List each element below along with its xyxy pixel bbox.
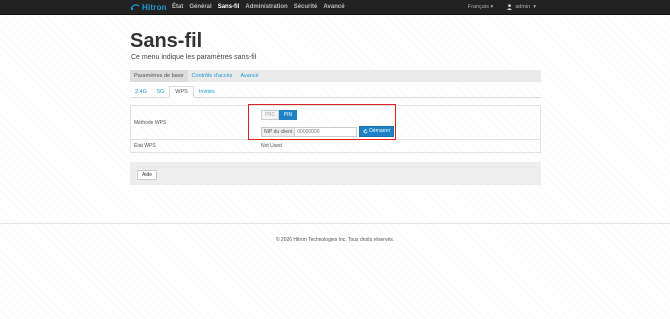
nav-item-etat[interactable]: État bbox=[172, 4, 183, 10]
help-panel: Aide bbox=[130, 162, 541, 185]
nav-item-general[interactable]: Général bbox=[189, 4, 211, 10]
wps-settings-table: Méthode WPS PBC PIN NIP du client Démarr… bbox=[130, 105, 541, 153]
pin-option[interactable]: PIN bbox=[279, 110, 297, 120]
footer-copyright: © 2026 Hitron Technologies Inc. Tous dro… bbox=[275, 237, 395, 243]
wps-method-controls: PBC PIN NIP du client Démarrer bbox=[258, 106, 540, 139]
pbc-option[interactable]: PBC bbox=[261, 110, 279, 120]
tab-parametres-de-base[interactable]: Paramètres de base bbox=[130, 70, 188, 82]
table-row: État WPS Not Used bbox=[130, 140, 541, 153]
page-subtitle: Ce menu indique les paramètres sans-fil bbox=[131, 54, 257, 61]
tab-controle-acces[interactable]: Contrôle d'accès bbox=[188, 70, 237, 82]
brand-logo[interactable]: Hitron bbox=[130, 2, 167, 12]
tab-wps[interactable]: WPS bbox=[169, 86, 194, 98]
wps-status-value: Not Used bbox=[261, 143, 282, 149]
footer-divider bbox=[0, 223, 670, 224]
refresh-icon bbox=[363, 129, 368, 134]
tab-5g[interactable]: 5G bbox=[152, 87, 169, 97]
wps-method-label: Méthode WPS bbox=[134, 119, 167, 126]
user-icon bbox=[507, 4, 513, 10]
page-title: Sans-fil bbox=[130, 30, 203, 52]
help-button[interactable]: Aide bbox=[137, 170, 158, 180]
nav-item-sans-fil[interactable]: Sans-fil bbox=[218, 4, 240, 10]
main-tabs: Paramètres de base Contrôle d'accès Avan… bbox=[130, 70, 541, 82]
top-navbar: Hitron État Général Sans-fil Administrat… bbox=[0, 0, 670, 15]
sub-tabs: 2.4G 5G WPS Invités bbox=[130, 86, 541, 98]
nav-item-avance[interactable]: Avancé bbox=[323, 4, 344, 10]
tab-invites[interactable]: Invités bbox=[194, 87, 220, 97]
wps-method-toggle: PBC PIN bbox=[261, 110, 394, 120]
user-menu[interactable]: admin ▾ bbox=[507, 4, 536, 10]
client-pin-input[interactable] bbox=[295, 126, 358, 137]
wps-status-label: État WPS bbox=[134, 143, 156, 149]
logo-icon bbox=[130, 4, 140, 11]
table-row: Méthode WPS PBC PIN NIP du client Démarr… bbox=[130, 105, 541, 140]
tab-avance[interactable]: Avancé bbox=[236, 70, 262, 82]
start-button-label: Démarrer bbox=[369, 128, 391, 134]
nav-item-administration[interactable]: Administration bbox=[245, 4, 287, 10]
user-name: admin bbox=[515, 4, 531, 10]
language-dropdown[interactable]: Français ▾ bbox=[468, 4, 493, 10]
language-label: Français bbox=[467, 4, 489, 10]
start-button[interactable]: Démarrer bbox=[359, 126, 395, 137]
nav-item-securite[interactable]: Sécurité bbox=[294, 4, 318, 10]
client-pin-group: NIP du client Démarrer bbox=[261, 126, 395, 137]
tab-2-4g[interactable]: 2.4G bbox=[130, 87, 152, 97]
brand-name: Hitron bbox=[142, 2, 167, 12]
client-pin-label: NIP du client bbox=[261, 126, 296, 137]
